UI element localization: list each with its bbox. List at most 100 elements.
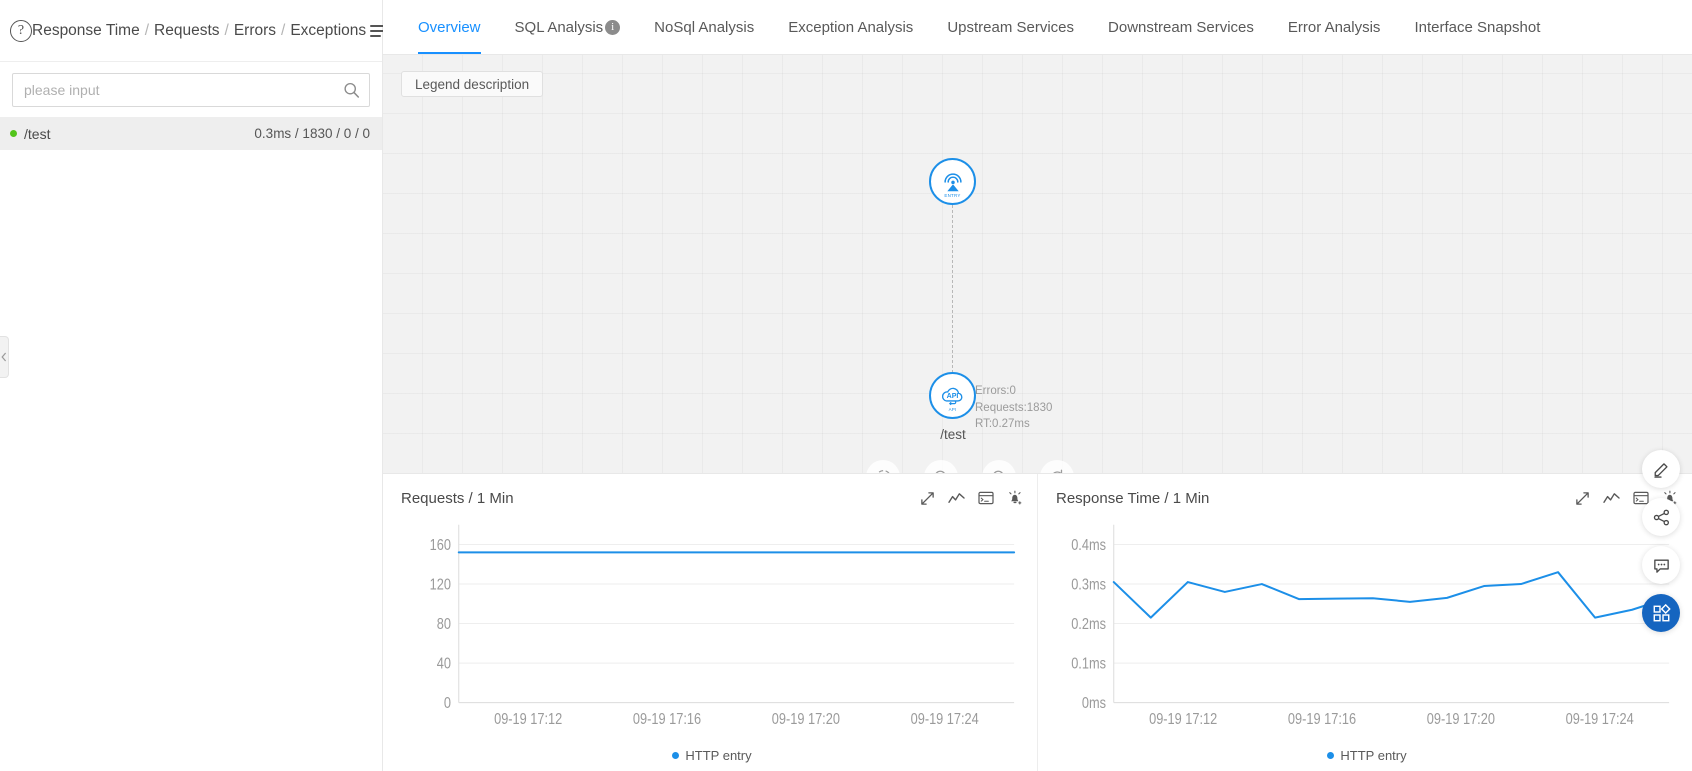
list-item[interactable]: /test 0.3ms / 1830 / 0 / 0 (0, 117, 382, 150)
tab-downstream-services[interactable]: Downstream Services (1091, 0, 1271, 54)
legend-description-button[interactable]: Legend description (401, 71, 544, 97)
feedback-button[interactable] (1642, 546, 1680, 584)
chart-actions (920, 490, 1023, 506)
svg-text:0.3ms: 0.3ms (1071, 576, 1106, 593)
svg-text:API: API (947, 392, 959, 400)
question-circle-icon[interactable]: ? (10, 19, 32, 42)
crumb-sep: / (144, 21, 150, 39)
metric-rt: RT:0.27ms (975, 418, 1030, 430)
tab-label: SQL Analysis (514, 18, 604, 36)
service-name: /test (24, 125, 51, 142)
chart-title: Response Time / 1 Min (1056, 489, 1210, 507)
search-box[interactable] (12, 73, 370, 107)
edit-button[interactable] (1642, 450, 1680, 488)
topology-graph[interactable]: Legend description ENTRY API API /test E… (383, 55, 1692, 474)
metric-requests: Requests:1830 (975, 401, 1053, 414)
svg-text:80: 80 (437, 616, 451, 633)
expand-icon[interactable] (920, 491, 935, 506)
svg-text:09-19 17:12: 09-19 17:12 (1149, 711, 1217, 728)
crumb-exceptions[interactable]: Exceptions (290, 22, 366, 40)
svg-text:09-19 17:20: 09-19 17:20 (772, 711, 840, 728)
svg-text:40: 40 (437, 655, 451, 672)
zoom-out-button[interactable] (982, 460, 1016, 473)
tab-upstream-services[interactable]: Upstream Services (930, 0, 1091, 54)
legend-dot (672, 751, 680, 759)
chart-header: Response Time / 1 Min (1056, 486, 1678, 510)
metric-breadcrumb: Response Time / Requests / Errors / Exce… (32, 22, 366, 40)
feedback-comment-icon (1653, 559, 1669, 573)
svg-text:0.2ms: 0.2ms (1071, 616, 1106, 633)
node-caption: API (948, 407, 957, 412)
legend-description-label: Legend description (415, 76, 530, 92)
svg-text:09-19 17:16: 09-19 17:16 (1288, 711, 1356, 728)
crumb-requests[interactable]: Requests (154, 22, 219, 40)
search-input[interactable] (13, 74, 369, 106)
service-sidebar: ? Response Time / Requests / Errors / Ex… (0, 0, 388, 771)
edit-pencil-icon (1653, 462, 1668, 478)
crumb-errors[interactable]: Errors (234, 22, 276, 40)
tab-label: Overview (418, 18, 481, 36)
tab-label: Interface Snapshot (1414, 18, 1541, 36)
zoom-in-button[interactable] (924, 460, 958, 473)
topology-edge (952, 205, 953, 373)
share-icon (1653, 509, 1669, 525)
tab-label: Exception Analysis (788, 18, 914, 36)
svg-text:0.1ms: 0.1ms (1071, 655, 1106, 672)
info-icon[interactable]: i (605, 19, 621, 35)
tab-label: Upstream Services (947, 18, 1075, 36)
search-area (0, 62, 382, 117)
crumb-response-time[interactable]: Response Time (32, 22, 140, 40)
svg-text:09-19 17:12: 09-19 17:12 (494, 711, 562, 728)
svg-text:09-19 17:16: 09-19 17:16 (633, 711, 701, 728)
tab-label: NoSql Analysis (654, 18, 755, 36)
service-list: /test 0.3ms / 1830 / 0 / 0 (0, 117, 382, 771)
node-caption: ENTRY (944, 193, 961, 198)
app-root: ? Response Time / Requests / Errors / Ex… (0, 0, 1692, 771)
tab-sql-analysis[interactable]: SQL Analysis i (498, 0, 638, 54)
expand-icon[interactable] (1575, 491, 1590, 506)
tab-overview[interactable]: Overview (401, 0, 498, 54)
line-chart-icon[interactable] (948, 491, 965, 506)
svg-text:0: 0 (444, 695, 451, 712)
graph-toolbar (866, 460, 1074, 473)
chart-title: Requests / 1 Min (401, 489, 514, 507)
table-view-icon[interactable] (978, 491, 994, 505)
tab-error-analysis[interactable]: Error Analysis (1271, 0, 1398, 54)
sidebar-header: ? Response Time / Requests / Errors / Ex… (0, 0, 388, 62)
chart-plot-requests[interactable]: 0 40 80 120 160 09-19 17:12 09-19 17:16 09-19 1… (401, 514, 1023, 743)
alarm-icon[interactable] (1007, 490, 1023, 506)
locate-button[interactable] (866, 460, 900, 473)
topology-node-metrics: Errors:0 Requests:1830 RT:0.27ms (975, 383, 1052, 433)
refresh-button[interactable] (1040, 460, 1074, 473)
broadcast-tower-icon (943, 172, 962, 191)
topology-node-entry[interactable]: ENTRY (929, 158, 976, 205)
tab-interface-snapshot[interactable]: Interface Snapshot (1397, 0, 1557, 54)
svg-text:09-19 17:24: 09-19 17:24 (911, 711, 979, 728)
chart-legend: HTTP entry (401, 743, 1023, 767)
legend-label: HTTP entry (1340, 747, 1407, 763)
svg-text:09-19 17:20: 09-19 17:20 (1427, 711, 1495, 728)
tab-exception-analysis[interactable]: Exception Analysis (771, 0, 930, 54)
chart-header: Requests / 1 Min (401, 486, 1023, 510)
metric-errors: Errors:0 (975, 385, 1016, 397)
crumb-sep: / (224, 21, 229, 39)
chart-card-response-time: Response Time / 1 Min 0ms 0.1ms 0.2ms 0.… (1037, 474, 1692, 771)
status-dot (10, 130, 17, 137)
apps-button[interactable] (1642, 594, 1680, 632)
search-icon[interactable] (343, 82, 360, 99)
chart-card-requests: Requests / 1 Min 0 40 80 120 160 09-19 1… (383, 474, 1037, 771)
svg-text:160: 160 (430, 537, 451, 554)
api-cloud-icon: API (941, 387, 963, 406)
tab-label: Error Analysis (1287, 18, 1381, 36)
main-content: Overview SQL Analysis i NoSql Analysis E… (383, 0, 1692, 771)
chart-legend: HTTP entry (1056, 743, 1678, 767)
topology-node-api[interactable]: API API (929, 372, 976, 419)
apps-grid-icon (1653, 603, 1671, 621)
share-button[interactable] (1642, 498, 1680, 536)
line-chart-icon[interactable] (1603, 491, 1620, 506)
tab-nosql-analysis[interactable]: NoSql Analysis (637, 0, 771, 54)
chart-plot-response-time[interactable]: 0ms 0.1ms 0.2ms 0.3ms 0.4ms 09-19 17:12 09-19 … (1056, 514, 1678, 743)
svg-text:120: 120 (430, 576, 451, 593)
sidebar-collapse-handle[interactable] (0, 336, 9, 378)
charts-row: Requests / 1 Min 0 40 80 120 160 09-19 1… (383, 474, 1692, 771)
